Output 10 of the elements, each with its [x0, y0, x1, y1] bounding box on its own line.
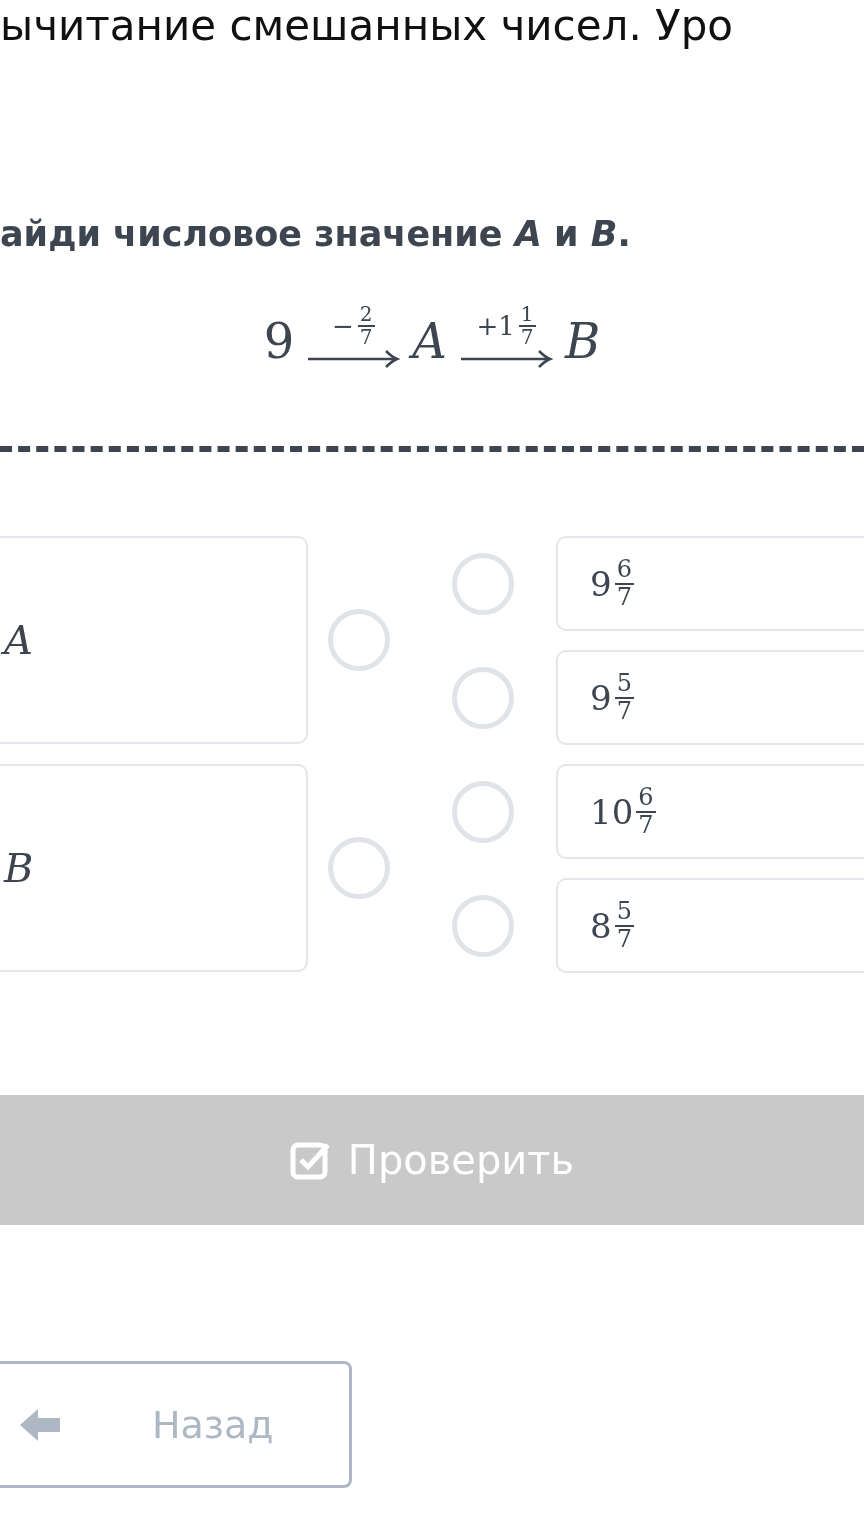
term-card[interactable]: A: [0, 536, 308, 744]
arrow-icon: [306, 348, 401, 370]
checkbox-icon: [289, 1140, 332, 1180]
term-card[interactable]: B: [0, 764, 308, 972]
chain-variable: B: [564, 312, 601, 370]
chain-start: 9: [263, 312, 295, 370]
arrow-left-icon: [18, 1406, 62, 1443]
lesson-title: ычитание смешанных чисел. Уро: [0, 0, 735, 52]
question-text: айди числовое значение A и B.: [0, 214, 632, 254]
arrow-icon: [458, 348, 553, 370]
